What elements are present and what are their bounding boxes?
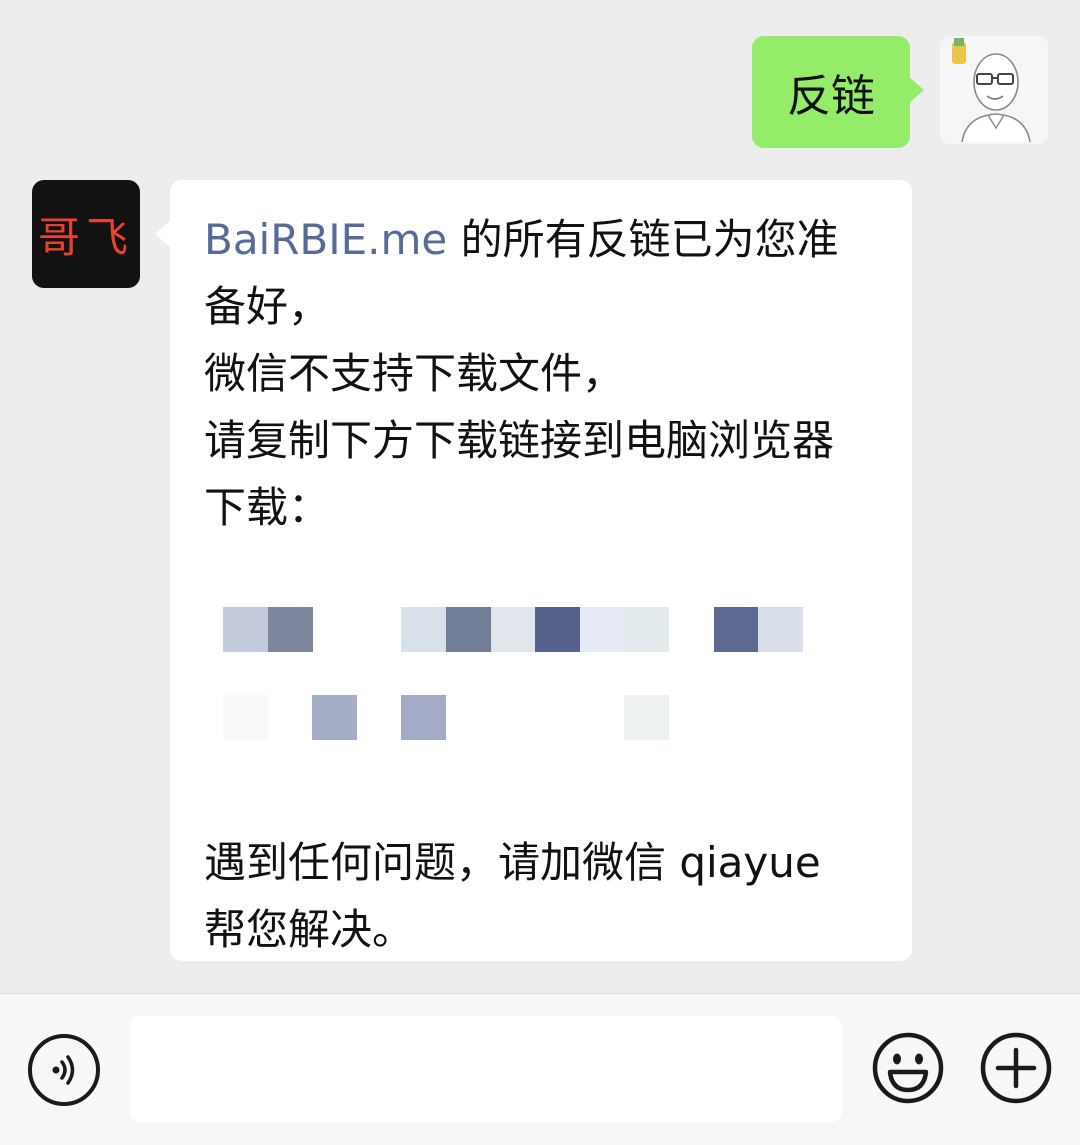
incoming-bubble[interactable]: BaiRBIE.me 的所有反链已为您准 备好， 微信不支持下载文件， 请复制下… — [155, 180, 912, 961]
voice-icon — [52, 1055, 75, 1085]
pixel-cell — [446, 607, 491, 652]
pixel-cell — [624, 695, 670, 740]
pixel-cell — [758, 607, 804, 652]
pixel-cell — [223, 695, 268, 740]
incoming-message: 哥飞 BaiRBIE.me 的所有反链已为您准 备好， 微信不支持下载文件， 请… — [32, 180, 912, 961]
message-line-1: BaiRBIE.me 的所有反链已为您准 — [204, 206, 878, 273]
message-line-7: 帮您解决。 — [204, 905, 415, 954]
input-bar — [0, 993, 1080, 1145]
pixel-cell — [579, 607, 625, 652]
outgoing-message: 反链 — [752, 36, 1048, 148]
obscured-download-link — [204, 593, 878, 773]
message-line-5: 下载： — [204, 483, 331, 532]
message-input[interactable] — [130, 1016, 842, 1122]
pixel-cell — [267, 607, 313, 652]
pixel-cell — [401, 695, 447, 740]
outgoing-bubble[interactable]: 反链 — [752, 36, 924, 148]
user-avatar-icon — [940, 36, 1048, 144]
pixel-cell — [312, 695, 358, 740]
plus-icon — [980, 1032, 1052, 1104]
pixel-cell — [535, 607, 581, 652]
bot-avatar-text: 哥飞 — [37, 212, 134, 262]
message-line-2: 备好， — [204, 282, 331, 331]
message-line-3: 微信不支持下载文件， — [204, 349, 625, 398]
more-button[interactable] — [978, 1030, 1054, 1106]
message-line-4: 请复制下方下载链接到电脑浏览器 — [204, 416, 835, 465]
emoji-icon — [872, 1032, 944, 1104]
user-avatar[interactable] — [940, 36, 1048, 144]
bot-avatar[interactable]: 哥飞 — [32, 180, 140, 288]
emoji-button[interactable] — [870, 1030, 946, 1106]
chat-area: 反链 哥飞 BaiRBIE.me 的所有反链已为您准 备好， 微信不支持下载文件… — [0, 0, 1080, 993]
pixel-cell — [713, 607, 759, 652]
site-link[interactable]: BaiRBIE.me — [204, 215, 447, 264]
message-line-1-rest: 的所有反链已为您准 — [447, 215, 839, 264]
outgoing-text: 反链 — [787, 71, 875, 122]
message-line-6: 遇到任何问题，请加微信 qiayue — [204, 838, 821, 887]
pixel-cell — [490, 607, 536, 652]
pixel-cell — [401, 607, 447, 652]
pixel-cell — [223, 607, 268, 652]
voice-button[interactable] — [28, 1034, 100, 1106]
pixel-cell — [624, 607, 670, 652]
